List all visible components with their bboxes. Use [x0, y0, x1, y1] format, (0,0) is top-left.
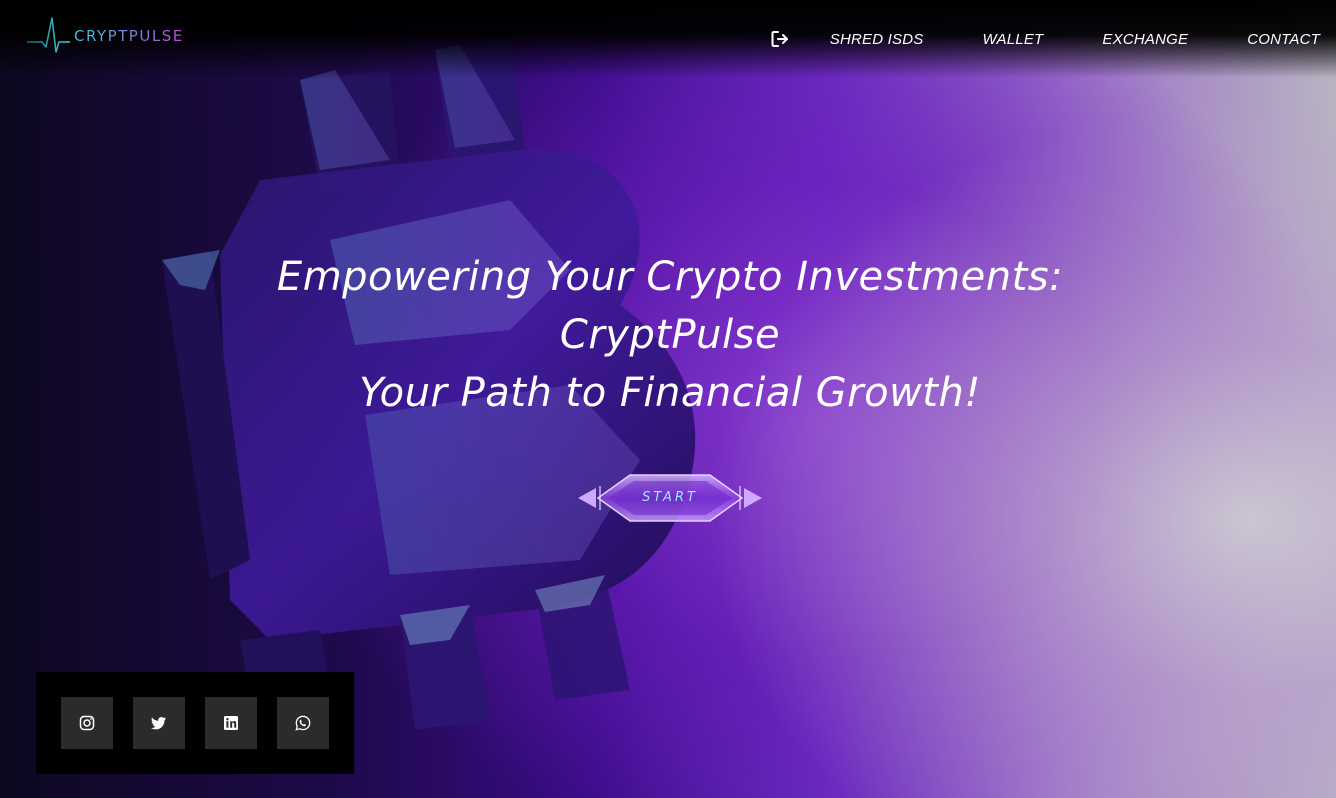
- instagram-icon: [79, 715, 95, 731]
- brand-logo[interactable]: CRYPTPULSE: [26, 16, 184, 56]
- nav-item-exchange[interactable]: EXCHANGE: [1102, 31, 1188, 48]
- main-nav: SHRED ISDS WALLET EXCHANGE CONTACT: [770, 29, 1320, 49]
- hero-line-3: Your Path to Financial Growth!: [359, 370, 981, 416]
- heartbeat-pulse-icon: [27, 17, 70, 53]
- brand-name: CRYPTPULSE: [74, 27, 184, 45]
- nav-item-shred-isds[interactable]: SHRED ISDS: [830, 31, 924, 48]
- start-button[interactable]: START: [578, 472, 762, 524]
- hero-line-2: CryptPulse: [559, 312, 781, 358]
- linkedin-icon: [224, 716, 238, 730]
- linkedin-button[interactable]: [205, 697, 257, 749]
- whatsapp-icon: [295, 715, 311, 731]
- sign-in-icon[interactable]: [770, 29, 790, 49]
- hero-heading: Empowering Your Crypto Investments: Cryp…: [170, 248, 1170, 422]
- twitter-icon: [151, 717, 166, 730]
- landing-page: CRYPTPULSE SHRED ISDS WALLET EXCHANGE CO…: [0, 0, 1336, 798]
- start-button-label: START: [642, 490, 698, 505]
- top-header: CRYPTPULSE SHRED ISDS WALLET EXCHANGE CO…: [0, 0, 1336, 78]
- nav-item-wallet[interactable]: WALLET: [982, 31, 1043, 48]
- social-links-panel: [36, 672, 354, 774]
- twitter-button[interactable]: [133, 697, 185, 749]
- instagram-button[interactable]: [61, 697, 113, 749]
- hero-line-1: Empowering Your Crypto Investments:: [276, 254, 1064, 300]
- nav-item-contact[interactable]: CONTACT: [1247, 31, 1320, 48]
- whatsapp-button[interactable]: [277, 697, 329, 749]
